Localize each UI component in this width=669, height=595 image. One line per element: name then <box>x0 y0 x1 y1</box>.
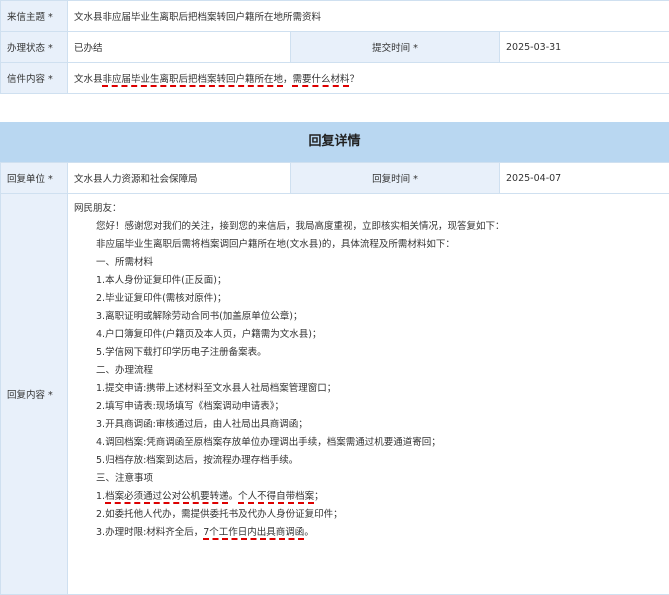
reply-greeting: 网民朋友： <box>74 200 663 218</box>
status-value: 已办结 <box>68 32 291 63</box>
reply-line: 3.办理时限:材料齐全后，7个工作日内出具商调函。 <box>74 524 663 542</box>
section-title: 回复详情 <box>0 122 669 162</box>
reply-line: 3.开具商调函:审核通过后，由人社局出具商调函； <box>74 416 663 434</box>
reply-line: 4.户口簿复印件(户籍页及本人页，户籍需为文水县)； <box>74 326 663 344</box>
reply-line: 4.调回档案:凭商调函至原档案存放单位办理调出手续，档案需通过机要通道寄回； <box>74 434 663 452</box>
section-heading: 三、注意事项 <box>74 470 663 488</box>
reply-line: 2.填写申请表:现场填写《档案调动申请表》； <box>74 398 663 416</box>
letter-content-value: 文水县非应届毕业生离职后把档案转回户籍所在地，需要什么材料？ <box>68 63 669 94</box>
reply-time-value: 2025-04-07 <box>500 163 669 194</box>
subject-value: 文水县非应届毕业生离职后把档案转回户籍所在地所需资料 <box>68 1 669 32</box>
reply-line: 5.学信网下载打印学历电子注册备案表。 <box>74 344 663 362</box>
reply-time-label: 回复时间 * <box>291 163 500 194</box>
reply-content-label: 回复内容 * <box>1 194 68 595</box>
letter-content-label: 信件内容 * <box>1 63 68 94</box>
reply-content: 网民朋友： 您好！感谢您对我们的关注，接到您的来信后，我局高度重视，立即核实相关… <box>68 194 669 595</box>
submit-time-label: 提交时间 * <box>291 32 500 63</box>
reply-line: 5.归档存放:档案到达后，按流程办理存档手续。 <box>74 452 663 470</box>
reply-line: 非应届毕业生离职后需将档案调回户籍所在地(文水县)的，具体流程及所需材料如下： <box>74 236 663 254</box>
reply-line: 3.离职证明或解除劳动合同书(加盖原单位公章)； <box>74 308 663 326</box>
reply-line: 1.本人身份证复印件(正反面)； <box>74 272 663 290</box>
section-heading: 二、办理流程 <box>74 362 663 380</box>
letter-info-table: 来信主题 * 文水县非应届毕业生离职后把档案转回户籍所在地所需资料 办理状态 *… <box>0 0 669 94</box>
reply-line: 2.毕业证复印件(需核对原件)； <box>74 290 663 308</box>
reply-line: 您好！感谢您对我们的关注，接到您的来信后，我局高度重视，立即核实相关情况，现答复… <box>74 218 663 236</box>
reply-line: 2.如委托他人代办，需提供委托书及代办人身份证复印件； <box>74 506 663 524</box>
reply-line: 1.档案必须通过公对公机要转递。个人不得自带档案； <box>74 488 663 506</box>
reply-line: 1.提交申请:携带上述材料至文水县人社局档案管理窗口； <box>74 380 663 398</box>
status-label: 办理状态 * <box>1 32 68 63</box>
submit-time-value: 2025-03-31 <box>500 32 669 63</box>
spacer <box>0 94 669 122</box>
reply-unit-value: 文水县人力资源和社会保障局 <box>68 163 291 194</box>
reply-unit-label: 回复单位 * <box>1 163 68 194</box>
subject-label: 来信主题 * <box>1 1 68 32</box>
section-heading: 一、所需材料 <box>74 254 663 272</box>
reply-table: 回复单位 * 文水县人力资源和社会保障局 回复时间 * 2025-04-07 回… <box>0 162 669 595</box>
